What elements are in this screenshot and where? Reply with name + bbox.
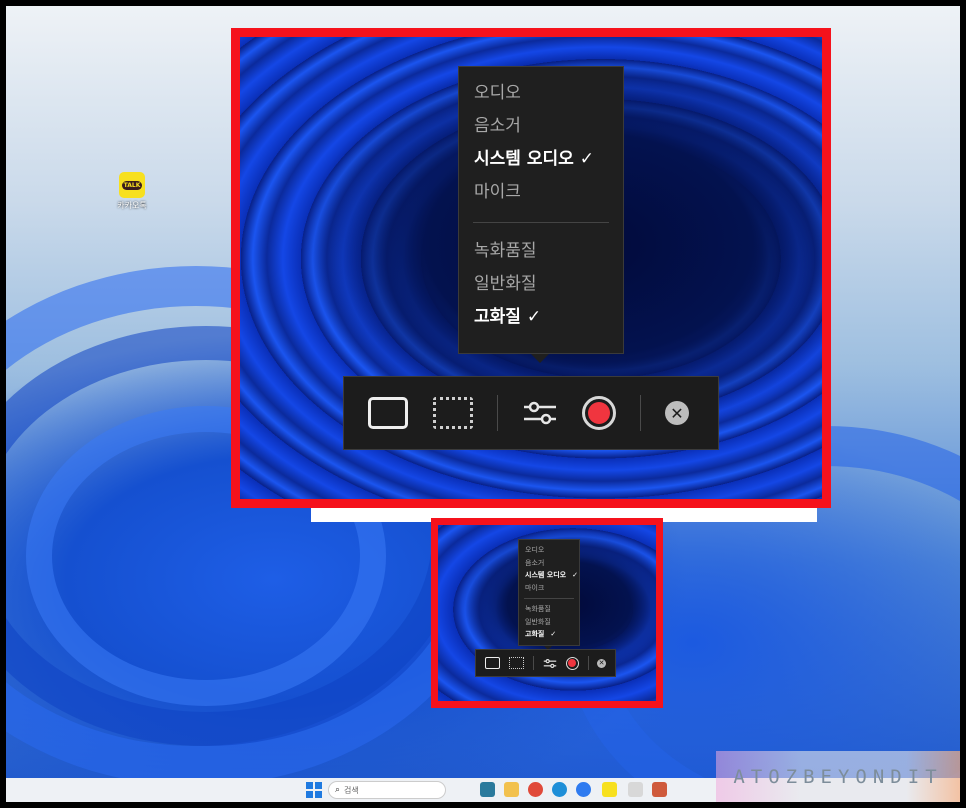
taskbar-search-box[interactable]: ⌕ 검색 [328,781,446,799]
taskview-app-icon[interactable] [480,782,495,797]
kakaotalk-icon: TALK [119,172,145,198]
menu-item-mute[interactable]: 음소거 [525,557,573,570]
kakaotalk-taskbar-icon[interactable] [602,782,617,797]
menu-header-audio: 오디오 [525,546,545,554]
menu-header-audio: 오디오 [474,83,521,103]
menu-header-quality: 녹화품질 [525,605,551,613]
region-capture-button[interactable] [408,397,473,429]
region-select-icon [433,397,473,429]
menu-divider [473,222,609,223]
zoomed-highlight-panel: 오디오 음소거 시스템 오디오 ✓ 마이크 녹화품질 일반화질 고화질 ✓ ✕ [231,28,831,508]
zoom-icon[interactable] [576,782,591,797]
watermark: ATOZBEYONDIT [716,751,960,802]
fullscreen-capture-button[interactable] [485,657,500,669]
menu-item-label: 고화질 [474,307,521,327]
menu-item-label: 일반화질 [474,274,537,294]
menu-item-label: 고화질 [525,630,545,638]
recorder-toolbar-small: ✕ [475,649,616,677]
menu-item-high-quality[interactable]: 고화질 ✓ [525,628,573,641]
check-icon: ✓ [579,149,595,169]
menu-header-quality: 녹화품질 [474,241,537,261]
file-explorer-icon[interactable] [504,782,519,797]
menu-divider [524,598,574,599]
menu-item-mute[interactable]: 음소거 [474,110,608,143]
close-button[interactable]: ✕ [665,401,689,425]
menu-item-standard-quality[interactable]: 일반화질 [525,616,573,629]
menu-item-standard-quality[interactable]: 일반화질 [474,268,608,301]
app-icon[interactable] [628,782,643,797]
toolbar-divider [497,395,498,431]
settings-button[interactable] [543,658,557,669]
app-icon[interactable] [652,782,667,797]
menu-item-system-audio[interactable]: 시스템 오디오 ✓ [525,569,578,582]
toolbar-divider [640,395,641,431]
fullscreen-icon [485,657,500,669]
recorder-options-menu-small: 오디오 음소거 시스템 오디오 ✓ 마이크 녹화품질 일반화질 고화질 ✓ [518,539,580,650]
region-capture-button[interactable] [500,657,524,669]
screenshot-frame: TALK 카카오톡 오디오 음소거 시스템 오디오 ✓ 마이크 녹화품질 일반화질… [6,6,960,802]
kakaotalk-badge: TALK [121,180,143,190]
record-icon [565,656,579,670]
fullscreen-icon [368,397,408,429]
shortcut-label: 카카오톡 [117,201,147,210]
close-icon: ✕ [597,658,606,668]
menu-item-label: 시스템 오디오 [474,149,574,169]
record-button[interactable] [557,656,579,670]
close-button[interactable]: ✕ [597,658,606,668]
region-select-icon [509,657,524,669]
menu-item-microphone[interactable]: 마이크 [474,176,608,209]
check-icon: ✓ [550,630,557,638]
check-icon: ✓ [526,307,542,327]
kakaotalk-shortcut[interactable]: TALK 카카오톡 [112,172,152,211]
check-icon: ✓ [572,571,578,579]
menu-item-label: 음소거 [474,116,521,136]
menu-item-label: 마이크 [474,182,521,202]
windows-start-icon[interactable] [306,782,322,798]
menu-item-microphone[interactable]: 마이크 [525,582,573,595]
toolbar-divider [587,656,588,670]
close-icon: ✕ [665,401,689,425]
menu-item-label: 시스템 오디오 [525,571,567,579]
fullscreen-capture-button[interactable] [368,397,408,429]
recorder-toolbar: ✕ [343,376,719,450]
settings-button[interactable] [522,399,558,427]
record-button[interactable] [558,396,616,430]
chrome-icon[interactable] [528,782,543,797]
original-highlight-panel: 오디오 음소거 시스템 오디오 ✓ 마이크 녹화품질 일반화질 고화질 ✓ ✕ [431,518,663,708]
record-icon [582,396,616,430]
menu-item-system-audio[interactable]: 시스템 오디오 ✓ [474,143,608,176]
sliders-icon [543,658,556,668]
recorder-options-menu: 오디오 음소거 시스템 오디오 ✓ 마이크 녹화품질 일반화질 고화질 ✓ [458,66,624,363]
search-icon: ⌕ [335,785,341,795]
menu-item-high-quality[interactable]: 고화질 ✓ [474,301,608,334]
sliders-icon [524,401,556,425]
search-placeholder: 검색 [344,785,359,795]
edge-icon[interactable] [552,782,567,797]
menu-pointer [531,354,549,363]
toolbar-divider [533,656,534,670]
